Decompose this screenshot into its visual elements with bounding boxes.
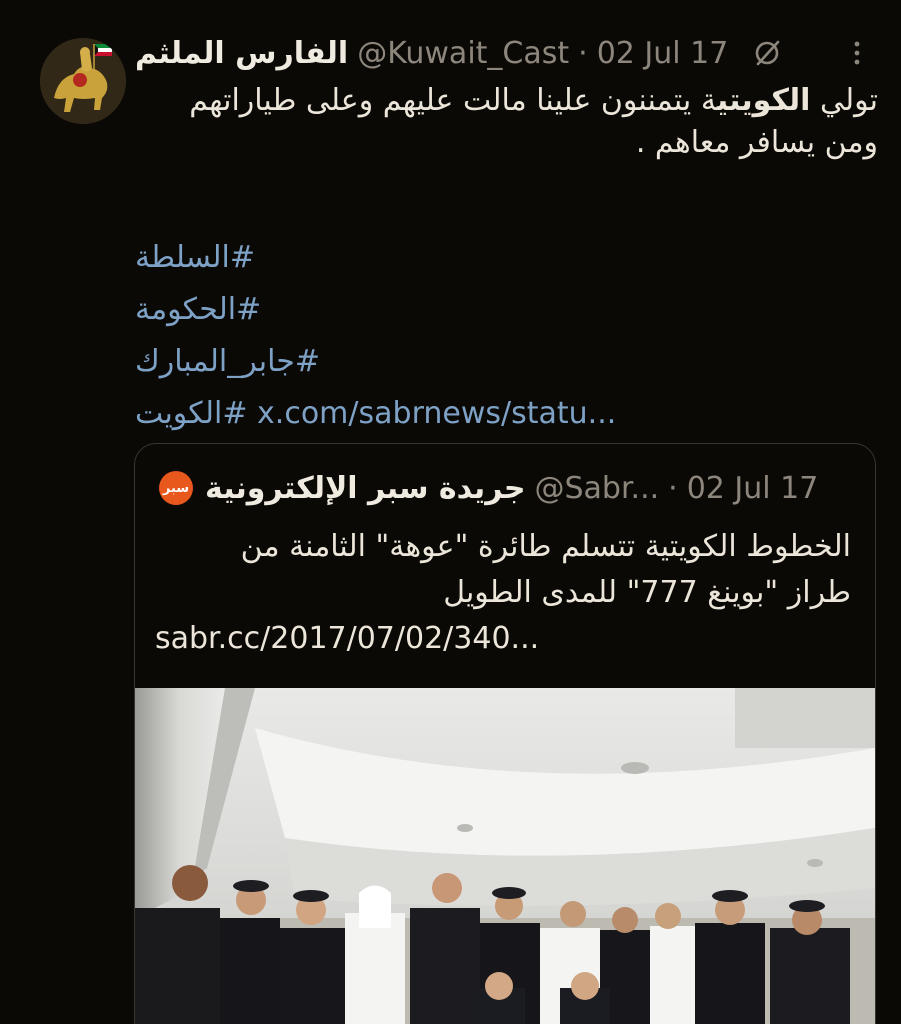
more-vertical-icon[interactable] xyxy=(845,38,869,68)
quoted-photo[interactable] xyxy=(135,688,875,1024)
hashtag-link[interactable]: #الكويت xyxy=(135,396,248,431)
separator-dot: · xyxy=(668,470,678,506)
hashtag-link[interactable]: #الحكومة xyxy=(135,284,735,336)
tweet-text: تولي الكويتية يتمننون علينا مالت عليهم و… xyxy=(130,80,878,164)
quoted-tweet-header: سبر جريدة سبر الإلكترونية @Sabr... · 02 … xyxy=(159,466,859,510)
tweet-header: الفارس الملثم @Kuwait_Cast · 02 Jul 17 xyxy=(135,30,875,76)
quoted-text-line-1: الخطوط الكويتية تتسلم طائرة "عوهة" الثام… xyxy=(240,529,851,564)
grok-slash-icon[interactable] xyxy=(752,38,782,68)
tweet-text-part: ة يتمننون علينا مالت عليهم وعلى طياراتهم xyxy=(189,83,717,118)
separator-dot: · xyxy=(578,35,588,71)
horseman-avatar-icon xyxy=(40,38,126,124)
quoted-handle[interactable]: @Sabr... xyxy=(534,471,659,506)
tweet-text-line-2: ومن يسافر معاهم . xyxy=(635,125,878,160)
user-handle[interactable]: @Kuwait_Cast xyxy=(357,36,569,71)
tweet-text-line-1: تولي الكويتية يتمننون علينا مالت عليهم و… xyxy=(130,80,878,122)
quoted-link[interactable]: sabr.cc/2017/07/02/340... xyxy=(155,616,851,662)
external-link[interactable]: x.com/sabrnews/statu... xyxy=(257,396,616,431)
display-name[interactable]: الفارس الملثم xyxy=(135,36,348,71)
quoted-display-name[interactable]: جريدة سبر الإلكترونية xyxy=(205,471,525,506)
tweet-text-part: تولي xyxy=(810,83,878,118)
hashtag-link[interactable]: #جابر_المبارك xyxy=(135,336,735,388)
hashtag-with-link[interactable]: #الكويت x.com/sabrnews/statu... xyxy=(135,388,735,440)
hashtag-list: #السلطة #الحكومة #جابر_المبارك #الكويت x… xyxy=(135,232,735,440)
quoted-tweet-card[interactable]: سبر جريدة سبر الإلكترونية @Sabr... · 02 … xyxy=(134,443,876,1024)
tweet-date[interactable]: 02 Jul 17 xyxy=(597,36,729,71)
cabin-crew-photo xyxy=(135,688,875,1024)
quoted-text-line-2: طراز "بوينغ 777" للمدى الطويل xyxy=(443,575,851,610)
hashtag-link[interactable]: #السلطة xyxy=(135,232,735,284)
quoted-date[interactable]: 02 Jul 17 xyxy=(687,471,819,506)
tweet-text-bold: الكويتي xyxy=(716,83,811,118)
quoted-tweet-text: الخطوط الكويتية تتسلم طائرة "عوهة" الثام… xyxy=(155,524,851,662)
tweet-page: الفارس الملثم @Kuwait_Cast · 02 Jul 17 ت… xyxy=(0,0,901,1024)
quoted-avatar[interactable]: سبر xyxy=(159,471,193,505)
user-avatar[interactable] xyxy=(40,38,126,124)
